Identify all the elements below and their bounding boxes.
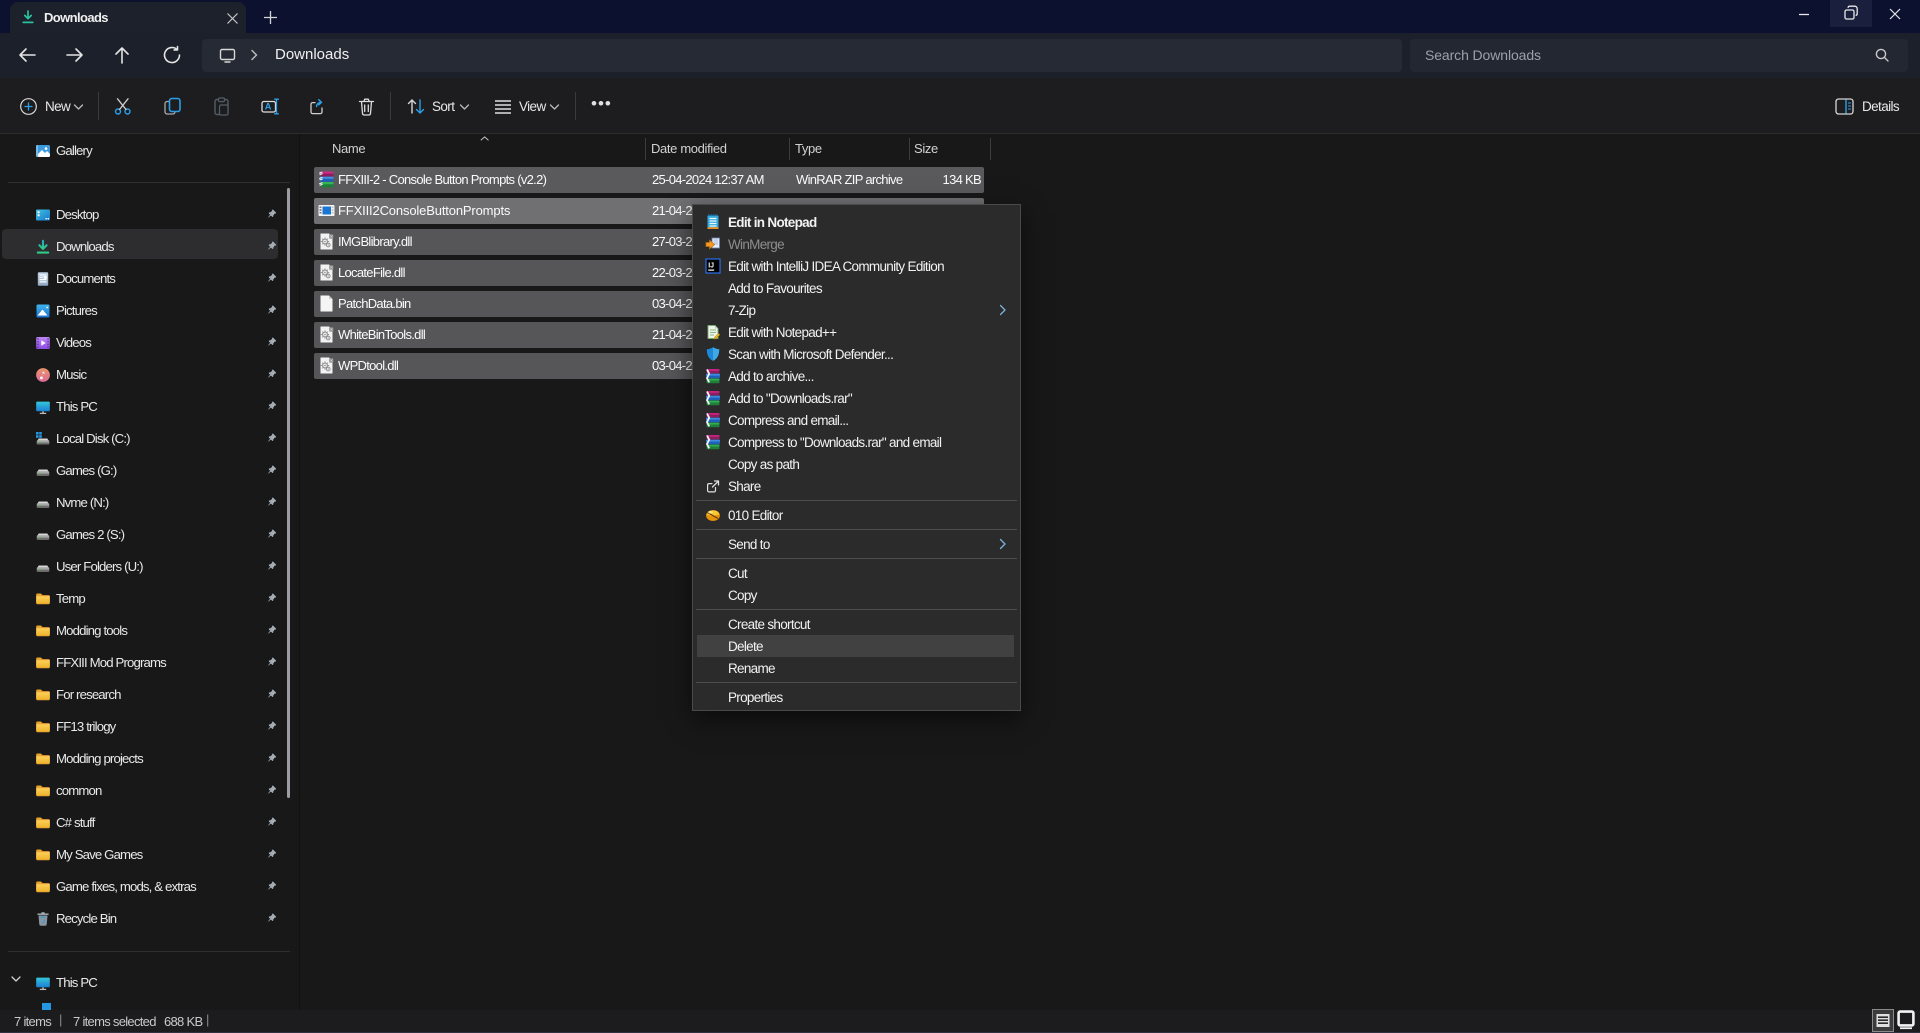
svg-text:A: A xyxy=(265,102,272,113)
svg-text:IJ: IJ xyxy=(708,263,714,270)
